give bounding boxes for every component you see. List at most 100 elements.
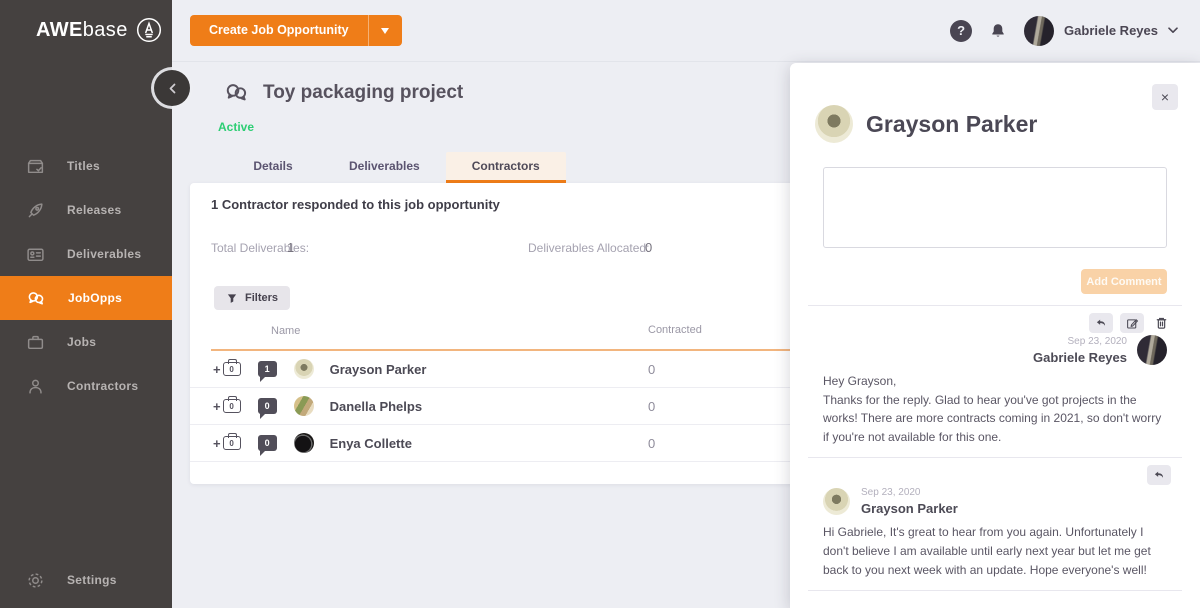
caret-down-icon bbox=[381, 28, 389, 38]
id-card-icon bbox=[26, 245, 45, 264]
sidebar-item-label: Titles bbox=[67, 159, 100, 173]
deliverables-allocated-label: Deliverables Allocated: bbox=[528, 241, 649, 255]
plus-icon: + bbox=[213, 436, 221, 451]
plus-icon: + bbox=[213, 399, 221, 414]
help-glyph: ? bbox=[957, 23, 965, 38]
chevron-left-icon bbox=[168, 83, 177, 94]
sidebar-item-label: Releases bbox=[67, 203, 121, 217]
tab-contractors[interactable]: Contractors bbox=[446, 152, 566, 183]
app-logo: AWEbase bbox=[36, 17, 162, 43]
page-title: Toy packaging project bbox=[263, 82, 463, 104]
briefcase-count-icon: 0 bbox=[223, 362, 241, 376]
package-check-icon bbox=[26, 157, 45, 176]
contracted-value: 0 bbox=[648, 399, 655, 414]
topbar: Create Job Opportunity ? Gabriele Reyes bbox=[172, 0, 1200, 62]
sidebar-item-settings[interactable]: Settings bbox=[0, 558, 172, 602]
briefcase-icon bbox=[26, 333, 45, 352]
sidebar-item-contractors[interactable]: Contractors bbox=[0, 364, 172, 408]
panel-title: Grayson Parker bbox=[866, 111, 1037, 138]
comment-count-badge[interactable]: 1 bbox=[258, 361, 277, 377]
sidebar-item-label: Settings bbox=[67, 573, 117, 587]
tab-details[interactable]: Details bbox=[223, 152, 323, 183]
edit-button[interactable] bbox=[1120, 313, 1144, 333]
deliverables-allocated-value: 0 bbox=[645, 240, 652, 255]
panel-header: Grayson Parker bbox=[815, 105, 1200, 143]
create-job-opportunity-button[interactable]: Create Job Opportunity bbox=[190, 15, 402, 46]
create-job-dropdown-button[interactable] bbox=[369, 15, 402, 46]
sidebar-item-label: Deliverables bbox=[67, 247, 141, 261]
add-job-button[interactable]: + 0 bbox=[213, 362, 241, 377]
briefcase-count-icon: 0 bbox=[223, 436, 241, 450]
comment-count-badge[interactable]: 0 bbox=[258, 435, 277, 451]
briefcase-count-icon: 0 bbox=[223, 399, 241, 413]
avatar bbox=[294, 359, 314, 379]
comment-meta: Sep 23, 2020 Gabriele Reyes bbox=[823, 335, 1167, 365]
contractor-name[interactable]: Danella Phelps bbox=[330, 399, 422, 414]
filters-label: Filters bbox=[245, 292, 278, 304]
comment-composer bbox=[823, 167, 1167, 253]
user-menu[interactable]: Gabriele Reyes bbox=[1024, 16, 1178, 46]
sidebar-item-jobopps[interactable]: JobOpps bbox=[0, 276, 172, 320]
jobopp-chat-icon bbox=[223, 80, 250, 105]
contractor-summary: 1 Contractor responded to this job oppor… bbox=[211, 197, 500, 212]
avatar bbox=[823, 488, 850, 515]
sidebar-item-titles[interactable]: Titles bbox=[0, 144, 172, 188]
comment-actions bbox=[823, 465, 1171, 485]
avatar bbox=[294, 433, 314, 453]
avatar bbox=[815, 105, 853, 143]
page-header: Toy packaging project bbox=[223, 80, 463, 105]
create-job-opportunity-label[interactable]: Create Job Opportunity bbox=[190, 15, 369, 46]
comment-meta: Sep 23, 2020 Grayson Parker bbox=[823, 487, 1167, 516]
user-name: Gabriele Reyes bbox=[1064, 23, 1158, 38]
column-header-name: Name bbox=[271, 325, 300, 337]
comment-author: Gabriele Reyes bbox=[1033, 350, 1127, 365]
close-icon: × bbox=[1161, 89, 1169, 105]
comment-input[interactable] bbox=[823, 167, 1167, 248]
delete-button[interactable] bbox=[1151, 313, 1171, 333]
contractor-name[interactable]: Enya Collette bbox=[330, 436, 412, 451]
comment-author: Grayson Parker bbox=[861, 501, 958, 516]
add-job-button[interactable]: + 0 bbox=[213, 399, 241, 414]
column-header-contracted: Contracted bbox=[648, 324, 702, 336]
notifications-bell-icon[interactable] bbox=[989, 22, 1007, 40]
comment-actions bbox=[823, 313, 1171, 333]
comment-count-badge[interactable]: 0 bbox=[258, 398, 277, 414]
contracted-value: 0 bbox=[648, 362, 655, 377]
comment-date: Sep 23, 2020 bbox=[861, 487, 958, 498]
sidebar-item-jobs[interactable]: Jobs bbox=[0, 320, 172, 364]
sidebar-item-deliverables[interactable]: Deliverables bbox=[0, 232, 172, 276]
sidebar-item-label: Contractors bbox=[67, 379, 138, 393]
avatar bbox=[1024, 16, 1054, 46]
contracted-value: 0 bbox=[648, 436, 655, 451]
reply-button[interactable] bbox=[1089, 313, 1113, 333]
comment-item: Sep 23, 2020 Gabriele Reyes Hey Grayson,… bbox=[790, 306, 1200, 446]
sidebar-item-label: JobOpps bbox=[68, 291, 122, 305]
brand-logo-icon bbox=[136, 17, 162, 43]
rocket-icon bbox=[26, 201, 45, 220]
add-job-button[interactable]: + 0 bbox=[213, 436, 241, 451]
tab-deliverables[interactable]: Deliverables bbox=[323, 152, 446, 183]
sidebar: AWEbase Titles bbox=[0, 0, 172, 608]
avatar bbox=[294, 396, 314, 416]
divider bbox=[808, 590, 1182, 591]
comment-date: Sep 23, 2020 bbox=[1033, 336, 1127, 347]
reply-button[interactable] bbox=[1147, 465, 1171, 485]
tab-bar: Details Deliverables Contractors bbox=[223, 152, 566, 183]
sidebar-item-label: Jobs bbox=[67, 335, 96, 349]
close-button[interactable]: × bbox=[1152, 84, 1178, 110]
sidebar-collapse-button[interactable] bbox=[154, 70, 190, 106]
composer-actions: Add Comment bbox=[823, 269, 1167, 294]
chevron-down-icon bbox=[1168, 27, 1178, 34]
gear-icon bbox=[26, 571, 45, 590]
comment-item: Sep 23, 2020 Grayson Parker Hi Gabriele,… bbox=[790, 458, 1200, 579]
chat-bubbles-icon bbox=[26, 289, 46, 308]
total-deliverables-label: Total Deliverables: bbox=[211, 241, 309, 255]
status-badge: Active bbox=[218, 120, 254, 134]
topbar-right: ? Gabriele Reyes bbox=[950, 16, 1178, 46]
contractor-name[interactable]: Grayson Parker bbox=[330, 362, 427, 377]
help-icon[interactable]: ? bbox=[950, 20, 972, 42]
add-comment-button[interactable]: Add Comment bbox=[1081, 269, 1167, 294]
sidebar-item-releases[interactable]: Releases bbox=[0, 188, 172, 232]
comment-text: Hey Grayson, Thanks for the reply. Glad … bbox=[823, 372, 1167, 446]
filters-button[interactable]: Filters bbox=[214, 286, 290, 310]
